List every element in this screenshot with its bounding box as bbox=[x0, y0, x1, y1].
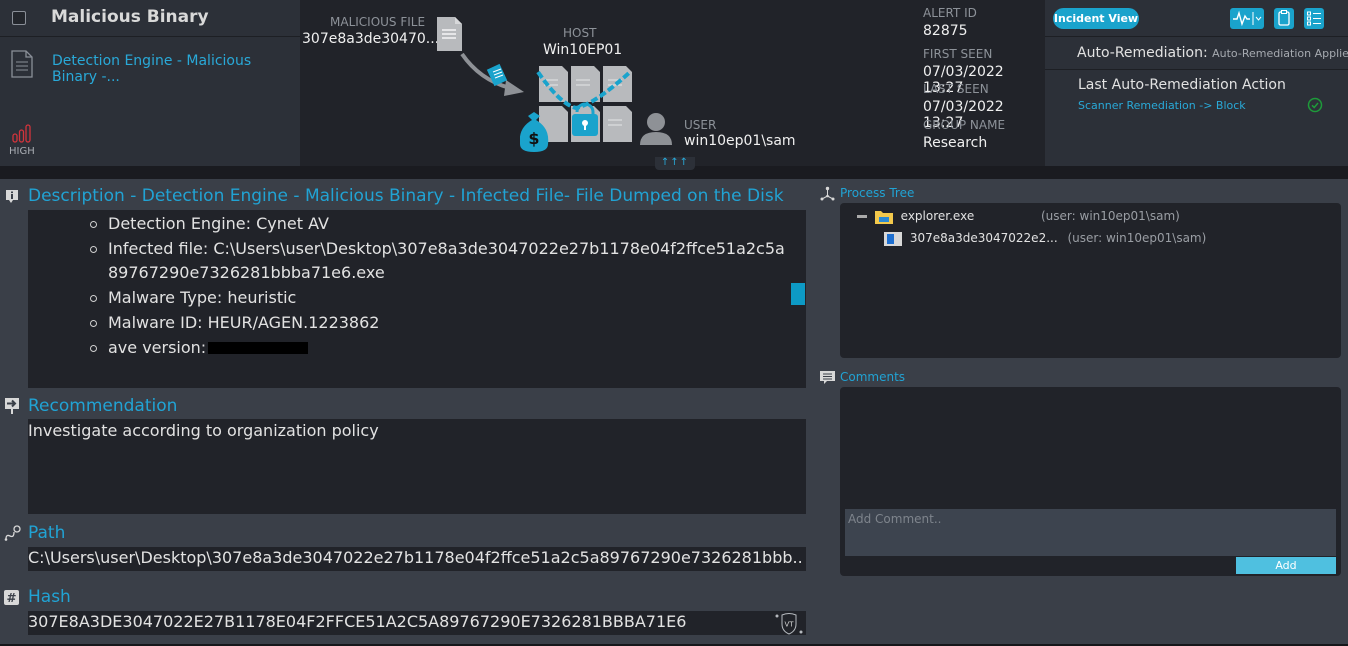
executable-icon bbox=[884, 231, 902, 246]
last-action-link[interactable]: Scanner Remediation -> Block bbox=[1078, 99, 1246, 112]
comments-title: Comments bbox=[840, 370, 906, 384]
info-icon bbox=[6, 190, 18, 203]
select-checkbox[interactable] bbox=[12, 11, 26, 25]
attack-visual: MALICIOUS FILE 307e8a3de30470... HOST Wi… bbox=[300, 0, 918, 166]
clipboard-button[interactable] bbox=[1274, 8, 1294, 29]
description-scrollbar[interactable] bbox=[791, 283, 805, 305]
last-action-label: Last Auto-Remediation Action bbox=[1078, 77, 1286, 93]
alert-id-label: ALERT ID bbox=[923, 6, 977, 20]
add-comment-input[interactable] bbox=[845, 509, 1336, 556]
success-check-icon bbox=[1307, 97, 1323, 113]
ransomware-locked-files-icon: $ bbox=[520, 66, 632, 152]
alert-summary-column: Malicious Binary Detection Engine - Mali… bbox=[0, 0, 300, 166]
incident-view-button[interactable]: Incident View bbox=[1053, 8, 1139, 29]
first-seen-label: FIRST SEEN bbox=[923, 47, 993, 61]
alert-id-value: 82875 bbox=[923, 23, 968, 39]
process-node[interactable]: 307e8a3de3047022e2... (user: win10ep01\s… bbox=[884, 231, 1206, 246]
list-icon bbox=[1307, 11, 1321, 26]
divider bbox=[1045, 69, 1348, 70]
malicious-file-value[interactable]: 307e8a3de30470... bbox=[302, 31, 439, 47]
path-title: Path bbox=[28, 523, 66, 543]
user-label: USER bbox=[684, 118, 717, 132]
group-name-label: GROUP NAME bbox=[923, 118, 1006, 132]
virustotal-icon[interactable]: VT bbox=[774, 612, 804, 635]
process-user: (user: win10ep01\sam) bbox=[1067, 231, 1207, 245]
process-node[interactable]: explorer.exe (user: win10ep01\sam) bbox=[857, 209, 1180, 224]
hash-value[interactable]: 307E8A3DE3047022E27B1178E04F2FFCE51A2C5A… bbox=[28, 612, 803, 631]
user-avatar-icon bbox=[640, 113, 672, 145]
ave-version-label: ave version: bbox=[108, 337, 207, 357]
host-value[interactable]: Win10EP01 bbox=[543, 42, 622, 58]
detection-engine-link[interactable]: Detection Engine - Malicious Binary -... bbox=[52, 53, 252, 85]
process-name: 307e8a3de3047022e2... bbox=[909, 231, 1058, 245]
description-panel: Detection Engine: Cynet AV Infected file… bbox=[28, 210, 806, 388]
auto-remediation-label: Auto-Remediation: bbox=[1077, 45, 1208, 61]
alert-title: Malicious Binary bbox=[51, 7, 209, 27]
hash-panel: 307E8A3DE3047022E27B1178E04F2FFCE51A2C5A… bbox=[28, 611, 806, 635]
severity-high-icon bbox=[12, 124, 31, 143]
process-tree-panel: explorer.exe (user: win10ep01\sam) 307e8… bbox=[840, 203, 1341, 358]
path-panel: C:\Users\user\Desktop\307e8a3de3047022e2… bbox=[28, 547, 806, 571]
comment-icon bbox=[820, 371, 835, 384]
comments-panel: Add bbox=[840, 387, 1341, 576]
process-name: explorer.exe bbox=[900, 209, 975, 223]
path-value[interactable]: C:\Users\user\Desktop\307e8a3de3047022e2… bbox=[28, 548, 803, 567]
vt-label: VT bbox=[784, 621, 794, 629]
recommendation-icon bbox=[5, 398, 19, 414]
collapse-toggle-icon[interactable] bbox=[857, 215, 867, 218]
hash-title: Hash bbox=[28, 587, 71, 607]
severity-label: HIGH bbox=[9, 146, 35, 157]
description-item: ave version: bbox=[88, 336, 788, 361]
add-comment-button[interactable]: Add bbox=[1236, 557, 1336, 574]
recommendation-panel: Investigate according to organization po… bbox=[28, 419, 806, 514]
recommendation-title: Recommendation bbox=[28, 396, 178, 416]
svg-text:$: $ bbox=[528, 129, 539, 148]
hash-icon: # bbox=[4, 590, 19, 605]
host-label: HOST bbox=[563, 26, 597, 40]
divider bbox=[1045, 36, 1348, 37]
document-icon bbox=[11, 50, 33, 78]
alert-meta: ALERT ID 82875 FIRST SEEN 07/03/2022 13:… bbox=[918, 0, 1045, 166]
folder-icon bbox=[874, 211, 893, 224]
svg-text:#: # bbox=[6, 591, 16, 605]
process-user: (user: win10ep01\sam) bbox=[1041, 209, 1180, 223]
description-item: Infected file: C:\Users\user\Desktop\307… bbox=[88, 237, 788, 286]
remediation-column: Incident View Auto-Remediation: Auto-Rem… bbox=[1045, 0, 1348, 166]
alert-title-row: Malicious Binary bbox=[0, 0, 300, 37]
clipboard-icon bbox=[1278, 10, 1290, 26]
malicious-file-label: MALICIOUS FILE bbox=[330, 15, 426, 29]
group-name-value: Research bbox=[923, 135, 988, 151]
file-transfer-arrow-icon bbox=[460, 52, 524, 96]
process-tree-title: Process Tree bbox=[840, 186, 915, 200]
redacted-block bbox=[208, 342, 309, 355]
recommendation-text: Investigate according to organization po… bbox=[28, 421, 379, 440]
alert-header: Malicious Binary Detection Engine - Mali… bbox=[0, 0, 1348, 166]
malicious-file-icon bbox=[437, 17, 462, 51]
path-icon bbox=[4, 525, 21, 541]
description-title: Description - Detection Engine - Malicio… bbox=[28, 186, 784, 206]
auto-remediation-status: Auto-Remediation: Auto-Remediation Appli… bbox=[1077, 45, 1348, 61]
description-list: Detection Engine: Cynet AV Infected file… bbox=[88, 212, 788, 360]
description-item: Detection Engine: Cynet AV bbox=[88, 212, 788, 237]
process-tree-icon bbox=[820, 186, 835, 201]
description-item: Malware Type: heuristic bbox=[88, 286, 788, 311]
auto-remediation-value: Auto-Remediation Applied bbox=[1212, 47, 1348, 60]
activity-pulse-icon bbox=[1233, 10, 1262, 27]
last-seen-label: LAST SEEN bbox=[923, 82, 989, 96]
activity-dropdown-button[interactable] bbox=[1230, 8, 1264, 29]
details-list-button[interactable] bbox=[1304, 8, 1324, 29]
collapse-header-button[interactable]: ↑↑↑ bbox=[655, 157, 695, 170]
user-value[interactable]: win10ep01\sam bbox=[684, 133, 796, 149]
description-item: Malware ID: HEUR/AGEN.1223862 bbox=[88, 311, 788, 336]
